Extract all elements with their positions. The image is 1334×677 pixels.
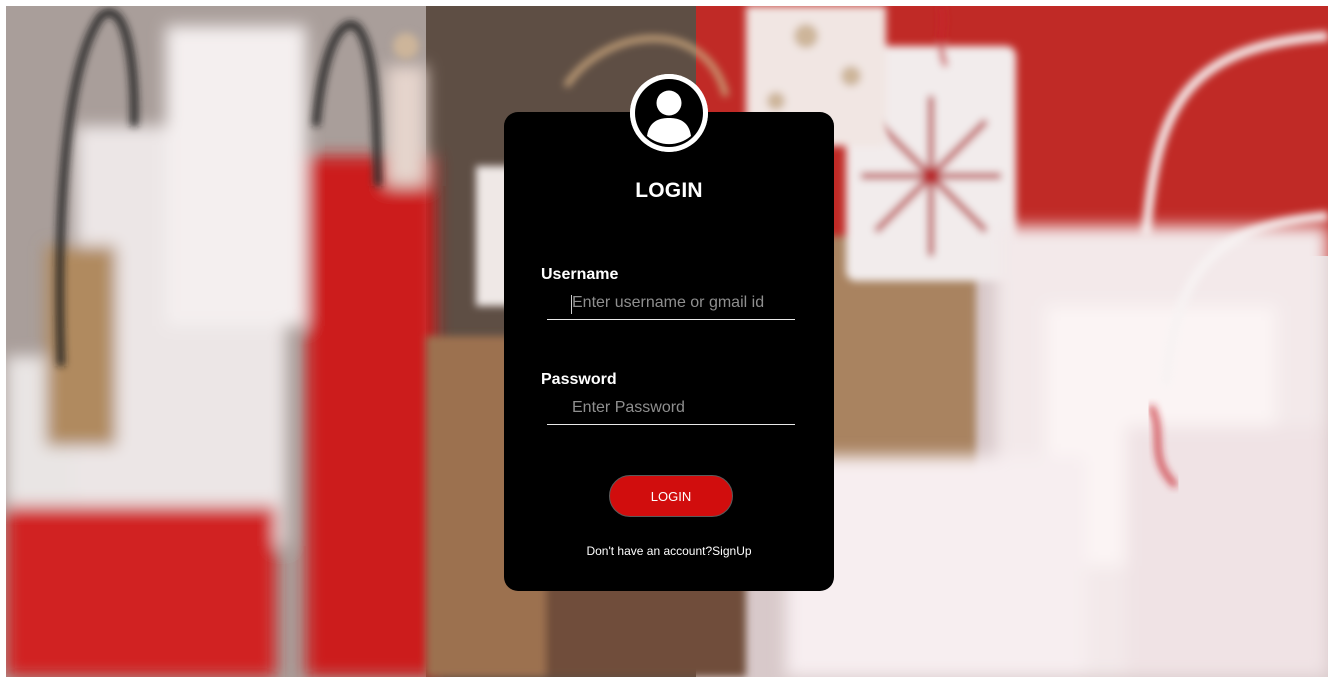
signup-link[interactable]: SignUp <box>712 544 751 558</box>
password-label: Password <box>541 371 617 388</box>
username-input[interactable] <box>547 290 795 320</box>
user-avatar-icon <box>630 74 708 152</box>
background-photo: LOGIN Username Password LOGIN Don't have… <box>6 6 1328 677</box>
login-title: LOGIN <box>635 179 703 202</box>
signup-prompt-line: Don't have an account?SignUp <box>504 544 834 558</box>
login-card: LOGIN Username Password LOGIN Don't have… <box>504 74 834 591</box>
password-input[interactable] <box>547 395 795 425</box>
username-label: Username <box>541 266 619 283</box>
signup-prompt-text: Don't have an account? <box>586 544 713 558</box>
login-button[interactable]: LOGIN <box>609 475 733 517</box>
text-cursor <box>571 295 572 314</box>
